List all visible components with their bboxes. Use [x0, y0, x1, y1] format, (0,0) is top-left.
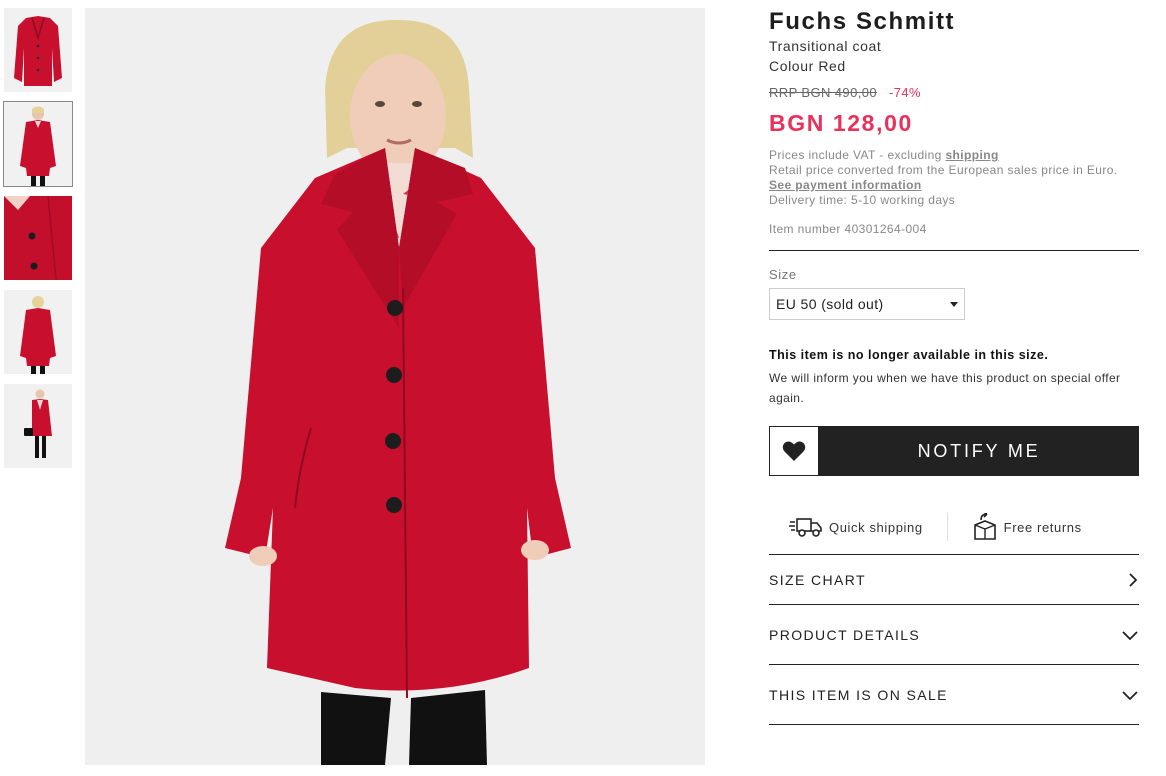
perk-separator	[946, 513, 948, 541]
thumbnail-model-front[interactable]	[3, 101, 73, 187]
product-details-row[interactable]: PRODUCT DETAILS	[769, 604, 1139, 664]
size-selected-value: EU 50 (sold out)	[776, 296, 884, 312]
payment-info-link[interactable]: See payment information	[769, 178, 922, 192]
cta-row: NOTIFY ME	[769, 426, 1139, 476]
return-box-icon	[973, 513, 996, 540]
size-chart-row[interactable]: SIZE CHART	[769, 554, 1139, 604]
thumbnail-model-back[interactable]	[4, 290, 72, 374]
unavailable-message: We will inform you when we have this pro…	[769, 371, 1121, 405]
discount-badge: -74%	[888, 85, 921, 100]
accordion: SIZE CHART PRODUCT DETAILS THIS ITEM IS …	[769, 554, 1139, 725]
on-sale-label: THIS ITEM IS ON SALE	[769, 686, 948, 703]
price-notes: Prices include VAT - excluding shipping …	[769, 148, 1139, 208]
thumbnail-model-full[interactable]	[4, 384, 72, 468]
chevron-down-icon	[1122, 630, 1138, 640]
product-main-image[interactable]	[85, 8, 705, 765]
brand-name: Fuchs Schmitt	[769, 8, 956, 35]
vat-note-text: Prices include VAT - excluding	[769, 148, 946, 162]
truck-icon	[789, 518, 822, 537]
thumbnail-detail-buttons[interactable]	[4, 196, 72, 280]
size-select[interactable]: EU 50 (sold out)	[769, 288, 965, 320]
notify-me-button[interactable]: NOTIFY ME	[819, 426, 1139, 476]
product-info-panel: Fuchs Schmitt Transitional coat Colour R…	[769, 8, 1139, 725]
vat-note: Prices include VAT - excluding shipping	[769, 148, 1139, 163]
chevron-down-icon	[1122, 690, 1138, 700]
product-colour: Colour Red	[769, 58, 846, 74]
caret-down-icon	[950, 301, 958, 307]
thumbnail-gallery	[3, 8, 73, 478]
rrp-row: RRP BGN 490,00 -74%	[769, 84, 1139, 102]
wishlist-button[interactable]	[769, 426, 819, 476]
size-chart-label: SIZE CHART	[769, 571, 866, 588]
delivery-time: Delivery time: 5-10 working days	[769, 193, 956, 207]
sale-price: BGN 128,00	[769, 110, 913, 136]
perks-row: Quick shipping Free returns	[769, 512, 1139, 542]
retail-note: Retail price converted from the European…	[769, 163, 1118, 177]
thumbnail-front-flat[interactable]	[4, 8, 72, 92]
chevron-right-icon	[1129, 572, 1138, 587]
unavailable-heading: This item is no longer available in this…	[769, 348, 1049, 362]
rrp-price: RRP BGN 490,00	[769, 85, 877, 100]
item-number: Item number 40301264-004	[769, 222, 927, 236]
product-type: Transitional coat	[769, 38, 882, 54]
divider	[769, 250, 1139, 251]
perk-quick-shipping: Quick shipping	[789, 514, 923, 540]
size-label: Size	[769, 267, 797, 282]
product-details-label: PRODUCT DETAILS	[769, 626, 921, 643]
heart-icon	[782, 441, 806, 461]
free-returns-label: Free returns	[1003, 519, 1082, 535]
shipping-link[interactable]: shipping	[945, 148, 998, 162]
quick-shipping-label: Quick shipping	[829, 519, 923, 535]
perk-free-returns: Free returns	[972, 513, 1082, 541]
on-sale-row[interactable]: THIS ITEM IS ON SALE	[769, 664, 1139, 725]
